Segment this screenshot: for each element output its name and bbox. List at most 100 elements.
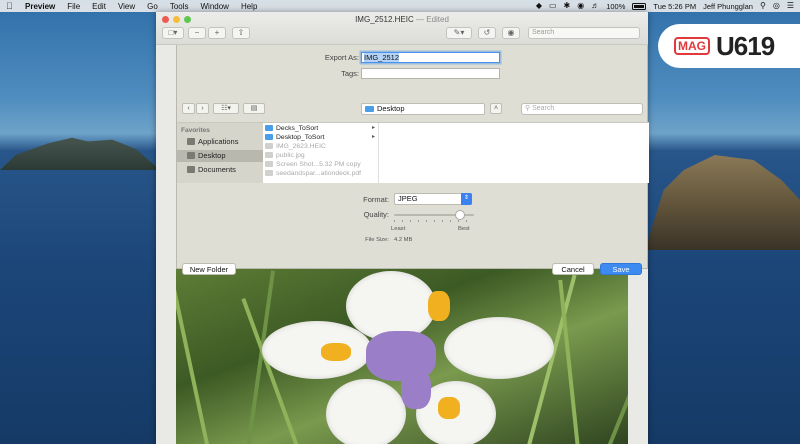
export-sheet: Export As: IMG_2512 Tags: ‹ › ☷▾ ▤ Deskt…: [176, 45, 649, 275]
file-size-value: 4.2 MB: [394, 237, 413, 243]
sidebar-item-label: Documents: [198, 165, 236, 174]
sidebar-item-documents[interactable]: Documents: [177, 164, 263, 176]
notification-center-icon[interactable]: ☰: [787, 2, 794, 10]
list-item: seedandspar...ationdeck.pdf: [265, 169, 377, 178]
rotate-button[interactable]: ↺: [478, 27, 496, 39]
format-label: Format:: [363, 195, 389, 204]
flower-petal: [444, 317, 554, 379]
file-name: Decks_ToSort: [276, 125, 319, 132]
empty-column: [379, 123, 649, 183]
dropbox-icon[interactable]: ◆: [536, 2, 542, 10]
share-button[interactable]: ⇧: [232, 27, 250, 39]
grass-blade: [558, 279, 580, 444]
chevron-updown-icon: ⇕: [461, 193, 472, 205]
file-name: Screen Shot...5.32 PM copy: [276, 161, 361, 168]
location-popup[interactable]: Desktop: [361, 103, 485, 115]
save-button[interactable]: Save: [600, 263, 642, 275]
volume-icon[interactable]: ♬: [591, 2, 599, 10]
airplay-icon[interactable]: ▭: [549, 2, 557, 10]
menu-tools[interactable]: Tools: [170, 2, 189, 11]
view-mode-button[interactable]: ☷▾: [213, 103, 239, 114]
sidebar-item-desktop[interactable]: Desktop: [177, 150, 263, 162]
battery-icon[interactable]: [632, 2, 647, 10]
menu-view[interactable]: View: [118, 2, 135, 11]
forward-button[interactable]: ›: [196, 103, 209, 114]
sidebar-item-applications[interactable]: Applications: [177, 136, 263, 148]
menu-app-name[interactable]: Preview: [25, 2, 55, 11]
spotlight-icon[interactable]: ⚲: [760, 2, 766, 10]
window-filename: IMG_2512.HEIC: [355, 15, 414, 24]
menu-go[interactable]: Go: [147, 2, 158, 11]
file-icon: [265, 161, 273, 167]
wifi-icon[interactable]: ◉: [577, 2, 584, 10]
location-value: Desktop: [377, 104, 405, 113]
sheet-search-input[interactable]: ⚲ Search: [521, 103, 643, 115]
format-popup[interactable]: JPEG ⇕: [394, 193, 472, 205]
menu-window[interactable]: Window: [201, 2, 229, 11]
new-folder-button[interactable]: New Folder: [182, 263, 236, 275]
cancel-button[interactable]: Cancel: [552, 263, 594, 275]
flower-petal: [326, 379, 406, 444]
chevron-right-icon: ▸: [371, 134, 375, 140]
folder-icon: ▤: [250, 105, 258, 112]
sidebar-toggle-button[interactable]: □▾: [162, 27, 184, 39]
menu-bar:  Preview File Edit View Go Tools Window…: [0, 0, 800, 12]
apple-menu-icon[interactable]: : [6, 1, 15, 11]
file-name: seedandspar...ationdeck.pdf: [276, 170, 362, 177]
folder-icon: [265, 125, 273, 131]
menu-edit[interactable]: Edit: [92, 2, 106, 11]
logo-mag-text: MAG: [674, 37, 710, 55]
desktop-icon: [187, 152, 195, 159]
menu-file[interactable]: File: [67, 2, 80, 11]
file-name: Desktop_ToSort: [276, 134, 325, 141]
new-folder-icon-button[interactable]: ▤: [243, 103, 265, 114]
preview-window: IMG_2512.HEIC — Edited □▾ − + ⇧ ✎▾ ↺ ◉ S…: [156, 12, 649, 444]
back-button[interactable]: ‹: [182, 103, 195, 114]
rotate-icon: ↺: [483, 28, 491, 37]
quality-slider[interactable]: [394, 210, 474, 220]
quality-slider-knob[interactable]: [454, 210, 465, 220]
window-search-input[interactable]: Search: [528, 27, 640, 39]
export-as-field[interactable]: IMG_2512: [361, 52, 500, 63]
sidebar-item-label: Applications: [198, 137, 239, 146]
list-item: IMG_2623.HEIC: [265, 142, 377, 151]
file-icon: [265, 152, 273, 158]
tags-field[interactable]: [361, 68, 500, 79]
siri-icon[interactable]: ◎: [773, 2, 780, 10]
grass-blade: [606, 309, 628, 444]
zoom-in-button[interactable]: +: [208, 27, 226, 39]
chevron-right-icon: ▸: [371, 125, 375, 131]
list-item[interactable]: Desktop_ToSort ▸: [265, 133, 377, 142]
flower-petal: [262, 321, 372, 379]
file-icon: [265, 143, 273, 149]
file-browser: Favorites Applications Desktop Documents…: [177, 122, 649, 183]
list-item[interactable]: Decks_ToSort ▸: [265, 124, 377, 133]
collapse-browser-button[interactable]: ˄: [490, 103, 502, 114]
sidebar-item-label: Desktop: [198, 151, 226, 160]
chevron-left-icon: ‹: [187, 105, 190, 112]
zoom-in-icon: +: [214, 28, 220, 37]
file-name: public.jpg: [276, 152, 305, 159]
zoom-out-button[interactable]: −: [188, 27, 206, 39]
menu-help[interactable]: Help: [241, 2, 257, 11]
window-titlebar: IMG_2512.HEIC — Edited □▾ − + ⇧ ✎▾ ↺ ◉ S…: [156, 12, 648, 45]
island-right: [645, 155, 800, 250]
file-size-label: File Size:: [365, 237, 389, 243]
clock[interactable]: Tue 5:26 PM: [653, 2, 696, 11]
bluetooth-icon[interactable]: ✱: [564, 2, 571, 10]
chevron-up-icon: ˄: [493, 105, 499, 112]
tags-label: Tags:: [341, 69, 359, 78]
edited-suffix: — Edited: [416, 15, 449, 24]
markup-icon: ◉: [507, 28, 515, 37]
least-label: Least: [391, 226, 406, 232]
columns-icon: ☷▾: [221, 105, 231, 112]
folder-icon: [365, 106, 374, 112]
flower-spot: [438, 397, 460, 419]
markup-toolbar-button[interactable]: ◉: [502, 27, 520, 39]
quality-label: Quality:: [363, 210, 389, 219]
user-name[interactable]: Jeff Phungglan: [703, 2, 753, 11]
markup-button[interactable]: ✎▾: [446, 27, 472, 39]
chevron-right-icon: ›: [201, 105, 204, 112]
format-value: JPEG: [398, 194, 418, 203]
export-as-value: IMG_2512: [364, 53, 400, 62]
